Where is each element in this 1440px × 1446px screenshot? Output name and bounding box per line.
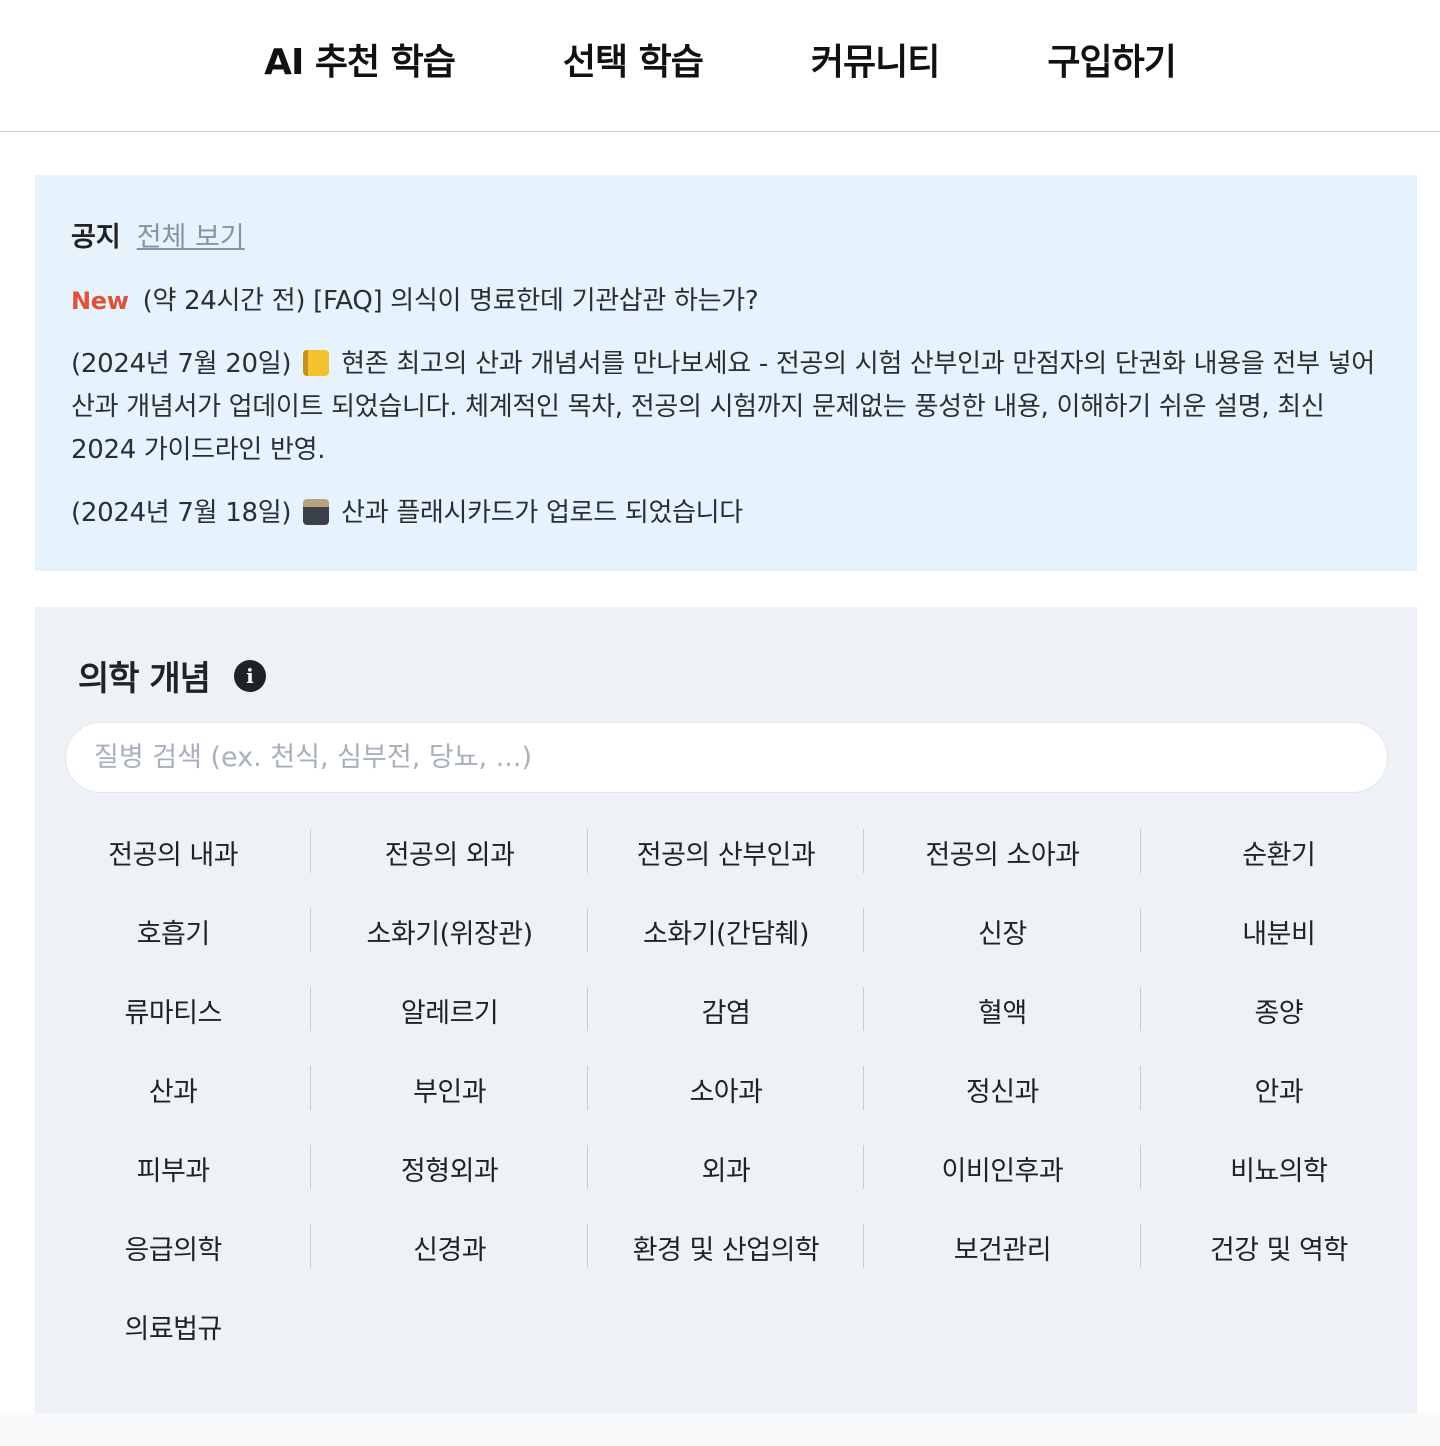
nav-purchase[interactable]: 구입하기 — [1047, 33, 1176, 85]
category-item[interactable]: 환경 및 산업의학 — [588, 1224, 865, 1303]
notice-header: 공지 전체 보기 — [71, 215, 1381, 254]
category-item[interactable]: 응급의학 — [35, 1224, 312, 1303]
ledger-icon — [303, 350, 330, 376]
nav-select-study[interactable]: 선택 학습 — [563, 33, 704, 85]
category-item[interactable]: 비뇨의학 — [1141, 1145, 1417, 1224]
category-item[interactable]: 전공의 산부인과 — [588, 829, 865, 908]
category-item[interactable]: 보건관리 — [864, 1224, 1142, 1303]
notice-item-flashcards[interactable]: (2024년 7월 18일) 산과 플래시카드가 업로드 되었습니다 — [71, 492, 1381, 535]
nav-community[interactable]: 커뮤니티 — [811, 33, 940, 85]
category-item[interactable]: 안과 — [1141, 1066, 1417, 1145]
notice-item-faq[interactable]: New (약 24시간 전) [FAQ] 의식이 명료한데 기관삽관 하는가? — [71, 280, 1381, 323]
category-item[interactable]: 소화기(간담췌) — [588, 908, 865, 987]
info-icon[interactable]: i — [233, 659, 266, 692]
category-item[interactable]: 전공의 소아과 — [864, 829, 1142, 908]
category-item[interactable]: 전공의 외과 — [311, 829, 589, 908]
notice-panel: 공지 전체 보기 New (약 24시간 전) [FAQ] 의식이 명료한데 기관… — [35, 175, 1417, 571]
category-item[interactable]: 순환기 — [1141, 829, 1417, 908]
category-item[interactable]: 부인과 — [311, 1066, 589, 1145]
medical-concepts-panel: 의학 개념 i 전공의 내과전공의 외과전공의 산부인과전공의 소아과순환기호흡… — [35, 607, 1417, 1413]
card-file-box-icon — [303, 499, 330, 525]
view-all-link[interactable]: 전체 보기 — [137, 215, 245, 254]
category-item[interactable]: 신경과 — [311, 1224, 589, 1303]
concepts-header: 의학 개념 i — [78, 651, 1387, 700]
category-item[interactable]: 이비인후과 — [864, 1145, 1142, 1224]
category-item[interactable]: 호흡기 — [35, 908, 312, 987]
category-item[interactable]: 정신과 — [864, 1066, 1142, 1145]
new-badge: New — [71, 287, 129, 315]
category-item[interactable]: 산과 — [35, 1066, 312, 1145]
notice-item-text: 산과 플래시카드가 업로드 되었습니다 — [341, 498, 743, 528]
category-grid: 전공의 내과 전공의 외과 전공의 산부인과 전공의 소아과 순환기호흡기 소화기(위장관… — [35, 829, 1417, 1382]
disease-search-input[interactable] — [65, 722, 1388, 793]
page-bottom-strip — [0, 1413, 1440, 1446]
category-item[interactable]: 류마티스 — [35, 987, 312, 1066]
notice-title: 공지 — [71, 222, 121, 253]
category-item[interactable]: 감염 — [588, 987, 865, 1066]
category-item[interactable]: 종양 — [1141, 987, 1417, 1066]
category-item[interactable]: 혈액 — [864, 987, 1142, 1066]
notice-date: (2024년 7월 20일) — [71, 349, 292, 379]
category-item[interactable]: 피부과 — [35, 1145, 312, 1224]
category-item[interactable]: 신장 — [864, 908, 1142, 987]
nav-ai-recommended[interactable]: AI 추천 학습 — [264, 33, 456, 85]
category-item[interactable]: 정형외과 — [311, 1145, 589, 1224]
concepts-title: 의학 개념 — [78, 659, 211, 699]
category-item[interactable]: 전공의 내과 — [35, 829, 312, 908]
category-item[interactable]: 건강 및 역학 — [1141, 1224, 1417, 1303]
notice-date: (2024년 7월 18일) — [71, 498, 292, 528]
notice-item-obstetrics-book[interactable]: (2024년 7월 20일) 현존 최고의 산과 개념서를 만나보세요 - 전공… — [71, 343, 1381, 472]
category-item[interactable]: 소아과 — [588, 1066, 865, 1145]
category-item[interactable]: 의료법규 — [35, 1303, 311, 1382]
category-item[interactable]: 내분비 — [1141, 908, 1417, 987]
notice-item-faq-text: (약 24시간 전) [FAQ] 의식이 명료한데 기관삽관 하는가? — [142, 286, 759, 316]
category-item[interactable]: 외과 — [588, 1145, 865, 1224]
top-navigation: AI 추천 학습 선택 학습 커뮤니티 구입하기 — [0, 0, 1440, 132]
category-item[interactable]: 소화기(위장관) — [311, 908, 589, 987]
category-item[interactable]: 알레르기 — [311, 987, 589, 1066]
